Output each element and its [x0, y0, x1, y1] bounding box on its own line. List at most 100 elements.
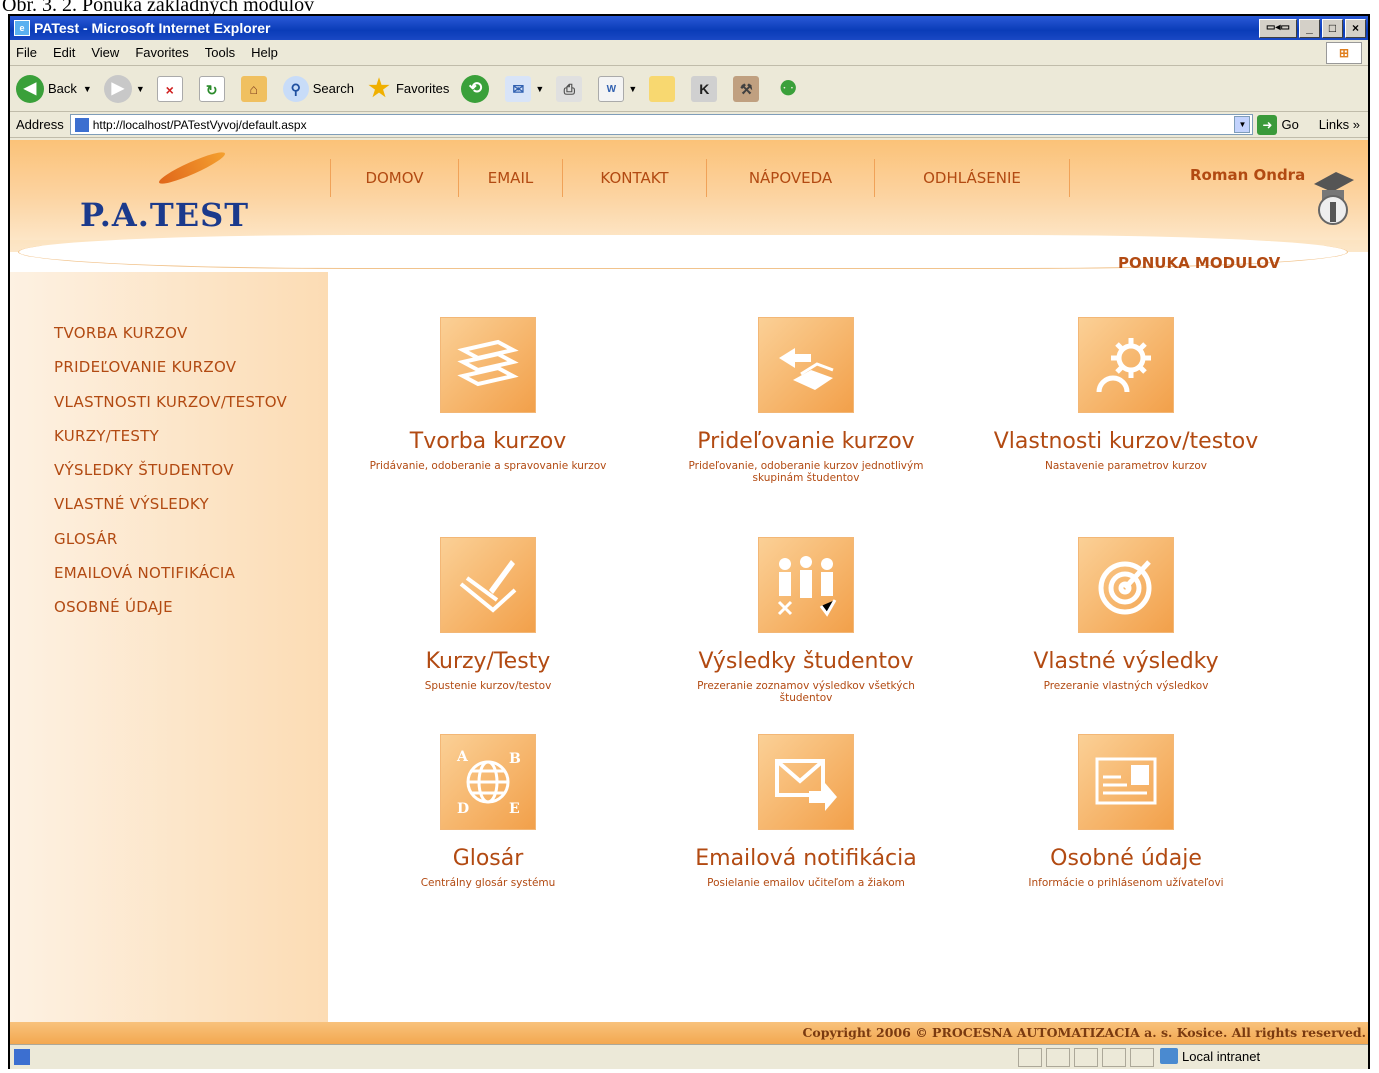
tool-icon: ⚒ — [733, 75, 760, 102]
mail-icon: ✉ — [505, 75, 532, 102]
sidebar: TVORBA KURZOV PRIDEĽOVANIE KURZOV VLASTN… — [10, 272, 328, 1024]
maximize-button[interactable]: □ — [1322, 18, 1343, 38]
favorites-button[interactable]: ★ Favorites — [366, 75, 449, 102]
address-input[interactable]: http://localhost/PATestVyvoj/default.asp… — [69, 114, 1254, 135]
module-title[interactable]: Tvorba kurzov — [328, 429, 648, 454]
module-card[interactable]: Prideľovanie kurzov Prideľovanie, odober… — [646, 317, 966, 484]
module-card[interactable]: Vlastné výsledky Prezeranie vlastných vý… — [966, 537, 1286, 692]
home-button[interactable]: ⌂ — [240, 75, 271, 102]
envelope-icon[interactable] — [758, 734, 854, 830]
address-dropdown-icon[interactable]: ▼ — [1234, 116, 1251, 133]
browser-window: e PATest - Microsoft Internet Explorer ▭… — [8, 14, 1370, 1069]
print-icon: ⎙ — [556, 75, 583, 102]
nav-odhlasenie[interactable]: ODHLÁSENIE — [874, 159, 1070, 197]
sidebar-item-kurzy-testy[interactable]: KURZY/TESTY — [54, 419, 287, 453]
close-button[interactable]: × — [1345, 18, 1366, 38]
module-title[interactable]: Vlastnosti kurzov/testov — [966, 429, 1286, 454]
forward-button[interactable]: ▶ ▼ — [103, 74, 145, 103]
module-card[interactable]: Osobné údaje Informácie o prihlásenom už… — [966, 734, 1286, 889]
module-card[interactable]: A B D E Glosár Centrálny glosár systému — [328, 734, 648, 889]
messenger-button[interactable]: ⚉ — [775, 76, 805, 102]
assign-book-icon[interactable] — [758, 317, 854, 413]
tool-button[interactable]: ⚒ — [733, 75, 763, 102]
refresh-icon: ↻ — [198, 75, 225, 102]
go-button[interactable]: ➜ Go — [1257, 114, 1299, 135]
section-title: PONUKA MODULOV — [1118, 254, 1281, 272]
toolbar: ◀ Back ▼ ▶ ▼ × ↻ ⌂ ⚲ Search ★ Favorites … — [10, 66, 1368, 112]
pen-notebook-icon[interactable] — [440, 537, 536, 633]
module-card[interactable]: Kurzy/Testy Spustenie kurzov/testov — [328, 537, 648, 692]
module-desc: Posielanie emailov učiteľom a žiakom — [707, 877, 905, 889]
nav-kontakt[interactable]: KONTAKT — [562, 159, 706, 197]
minimize-button[interactable]: _ — [1299, 18, 1320, 38]
history-icon: ⟲ — [461, 74, 490, 103]
address-label: Address — [16, 117, 64, 132]
history-button[interactable]: ⟲ — [461, 74, 493, 103]
site-header: P.A.TEST DOMOV EMAIL KONTAKT NÁPOVEDA OD… — [10, 140, 1368, 272]
page-viewport: P.A.TEST DOMOV EMAIL KONTAKT NÁPOVEDA OD… — [10, 140, 1368, 1024]
module-title[interactable]: Osobné údaje — [966, 846, 1286, 871]
page-icon — [74, 117, 89, 132]
back-arrow-icon: ◀ — [16, 74, 44, 103]
svg-text:D: D — [457, 801, 469, 817]
sidebar-item-tvorba-kurzov[interactable]: TVORBA KURZOV — [54, 316, 287, 350]
sidebar-item-glosar[interactable]: GLOSÁR — [54, 522, 287, 556]
k-button[interactable]: K — [691, 75, 721, 102]
module-title[interactable]: Kurzy/Testy — [328, 649, 648, 674]
globe-letters-icon[interactable]: A B D E — [440, 734, 536, 830]
site-logo[interactable]: P.A.TEST — [80, 196, 249, 234]
ie-icon: e — [14, 20, 30, 36]
k-icon: K — [691, 75, 718, 102]
address-bar: Address http://localhost/PATestVyvoj/def… — [10, 112, 1368, 138]
module-title[interactable]: Výsledky študentov — [646, 649, 966, 674]
menu-help[interactable]: Help — [251, 45, 278, 60]
nav-email[interactable]: EMAIL — [458, 159, 562, 197]
module-title[interactable]: Prideľovanie kurzov — [646, 429, 966, 454]
module-title[interactable]: Glosár — [328, 846, 648, 871]
mail-button[interactable]: ✉ ▼ — [505, 75, 544, 102]
module-card[interactable]: Emailová notifikácia Posielanie emailov … — [646, 734, 966, 889]
search-icon: ⚲ — [282, 75, 309, 102]
stop-button[interactable]: × — [156, 75, 187, 102]
sidebar-item-osobne-udaje[interactable]: OSOBNÉ ÚDAJE — [54, 590, 287, 624]
folder-icon — [649, 75, 676, 102]
status-bar: Local intranet — [10, 1044, 1368, 1069]
menu-view[interactable]: View — [91, 45, 119, 60]
nav-napoveda[interactable]: NÁPOVEDA — [706, 159, 874, 197]
books-icon[interactable] — [440, 317, 536, 413]
gears-icon[interactable] — [1078, 317, 1174, 413]
search-button[interactable]: ⚲ Search — [282, 75, 354, 102]
refresh-button[interactable]: ↻ — [198, 75, 229, 102]
module-desc: Centrálny glosár systému — [420, 877, 556, 889]
module-title[interactable]: Vlastné výsledky — [966, 649, 1286, 674]
switch-icon[interactable]: ▭◂▭ — [1259, 18, 1297, 38]
sidebar-item-vlastnosti[interactable]: VLASTNOSTI KURZOV/TESTOV — [54, 385, 287, 419]
sidebar-item-emailova-notifikacia[interactable]: EMAILOVÁ NOTIFIKÁCIA — [54, 556, 287, 590]
module-card[interactable]: Výsledky študentov Prezeranie zoznamov v… — [646, 537, 966, 704]
svg-text:A: A — [456, 749, 469, 765]
module-desc: Spustenie kurzov/testov — [424, 680, 552, 692]
target-icon[interactable] — [1078, 537, 1174, 633]
menu-file[interactable]: File — [16, 45, 37, 60]
word-icon: W — [598, 75, 625, 102]
user-name: Roman Ondra — [1190, 166, 1306, 184]
menu-tools[interactable]: Tools — [205, 45, 235, 60]
module-desc: Informácie o prihlásenom užívateľovi — [1028, 877, 1224, 889]
module-title[interactable]: Emailová notifikácia — [646, 846, 966, 871]
module-card[interactable]: Tvorba kurzov Pridávanie, odoberanie a s… — [328, 317, 648, 472]
students-icon[interactable] — [758, 537, 854, 633]
sidebar-item-vysledky-studentov[interactable]: VÝSLEDKY ŠTUDENTOV — [54, 453, 287, 487]
sidebar-item-pridelovanie-kurzov[interactable]: PRIDEĽOVANIE KURZOV — [54, 350, 287, 384]
id-card-icon[interactable] — [1078, 734, 1174, 830]
links-button[interactable]: Links » — [1319, 117, 1360, 132]
module-card[interactable]: Vlastnosti kurzov/testov Nastavenie para… — [966, 317, 1286, 472]
home-icon: ⌂ — [240, 75, 267, 102]
back-button[interactable]: ◀ Back ▼ — [16, 74, 92, 103]
sidebar-item-vlastne-vysledky[interactable]: VLASTNÉ VÝSLEDKY — [54, 487, 287, 521]
nav-domov[interactable]: DOMOV — [330, 159, 458, 197]
print-button[interactable]: ⎙ — [556, 75, 586, 102]
folder-button[interactable] — [649, 75, 679, 102]
menu-edit[interactable]: Edit — [53, 45, 75, 60]
menu-favorites[interactable]: Favorites — [135, 45, 188, 60]
edit-button[interactable]: W ▼ — [598, 75, 637, 102]
